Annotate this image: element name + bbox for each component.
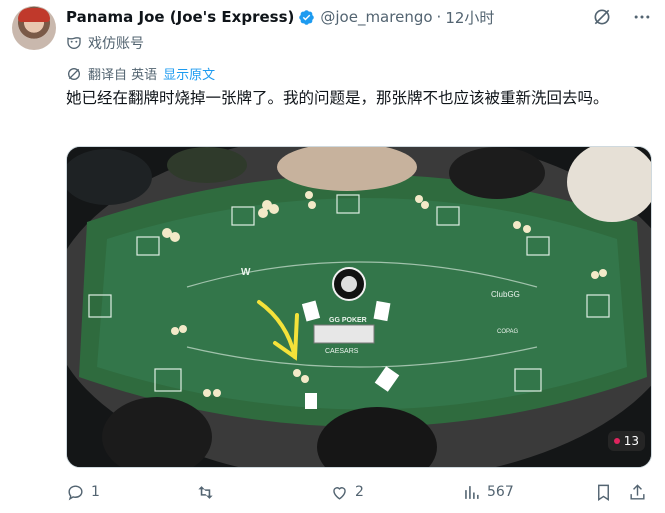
retweet-icon (198, 485, 213, 499)
more-icon[interactable] (631, 6, 653, 28)
top-actions (591, 6, 653, 28)
reply-icon (68, 484, 83, 500)
avatar[interactable] (12, 6, 56, 50)
logo-clubgg: ClubGG (491, 290, 520, 299)
retweet-button[interactable] (196, 483, 221, 502)
post-time[interactable]: 12小时 (445, 7, 494, 28)
translate-icon (68, 67, 80, 80)
show-original-link[interactable]: 显示原文 (163, 64, 215, 83)
like-icon (333, 486, 346, 500)
logo-ggpoker: GG POKER (329, 317, 367, 324)
share-icon (630, 483, 645, 500)
views-count: 567 (487, 484, 514, 500)
like-button[interactable]: 2 (330, 483, 364, 502)
views-button[interactable]: 567 (462, 483, 514, 502)
logo-copag: COPAG (497, 329, 519, 335)
views-icon (465, 485, 479, 499)
grok-icon[interactable] (591, 6, 613, 28)
tweet-text: 她已经在翻牌时烧掉一张牌了。我的问题是，那张牌不也应该被重新洗回去吗。 (66, 89, 609, 107)
parody-mask-icon (67, 37, 81, 50)
reply-count: 1 (91, 484, 100, 500)
verified-icon (299, 9, 315, 25)
like-count: 2 (355, 484, 364, 500)
translation-bar: 翻译自 英语 显示原文 (66, 64, 215, 83)
logo-w: W (241, 267, 251, 278)
separator-dot: · (436, 8, 442, 26)
author-name[interactable]: Panama Joe (Joe's Express) (66, 8, 294, 26)
share-button[interactable] (628, 483, 647, 502)
viewer-count: 13 (623, 434, 639, 448)
poker-table-video-frame: W GG POKER CAESARS ClubGG COPAG (67, 147, 651, 467)
video-media[interactable]: W GG POKER CAESARS ClubGG COPAG 13 (66, 146, 652, 468)
tweet-actions: 1 2 567 (66, 480, 650, 504)
parody-label-text: 戏仿账号 (88, 36, 144, 52)
live-viewers-badge: 13 (607, 431, 645, 451)
bookmark-icon (598, 484, 609, 501)
translated-from: 翻译自 英语 (88, 68, 158, 83)
logo-caesars: CAESARS (325, 348, 359, 355)
reply-button[interactable]: 1 (66, 483, 100, 502)
author-handle[interactable]: @joe_marengo (320, 8, 432, 26)
bookmark-button[interactable] (594, 483, 613, 502)
tweet-header: Panama Joe (Joe's Express) @joe_marengo … (66, 6, 494, 28)
parody-label: 戏仿账号 (66, 33, 144, 53)
